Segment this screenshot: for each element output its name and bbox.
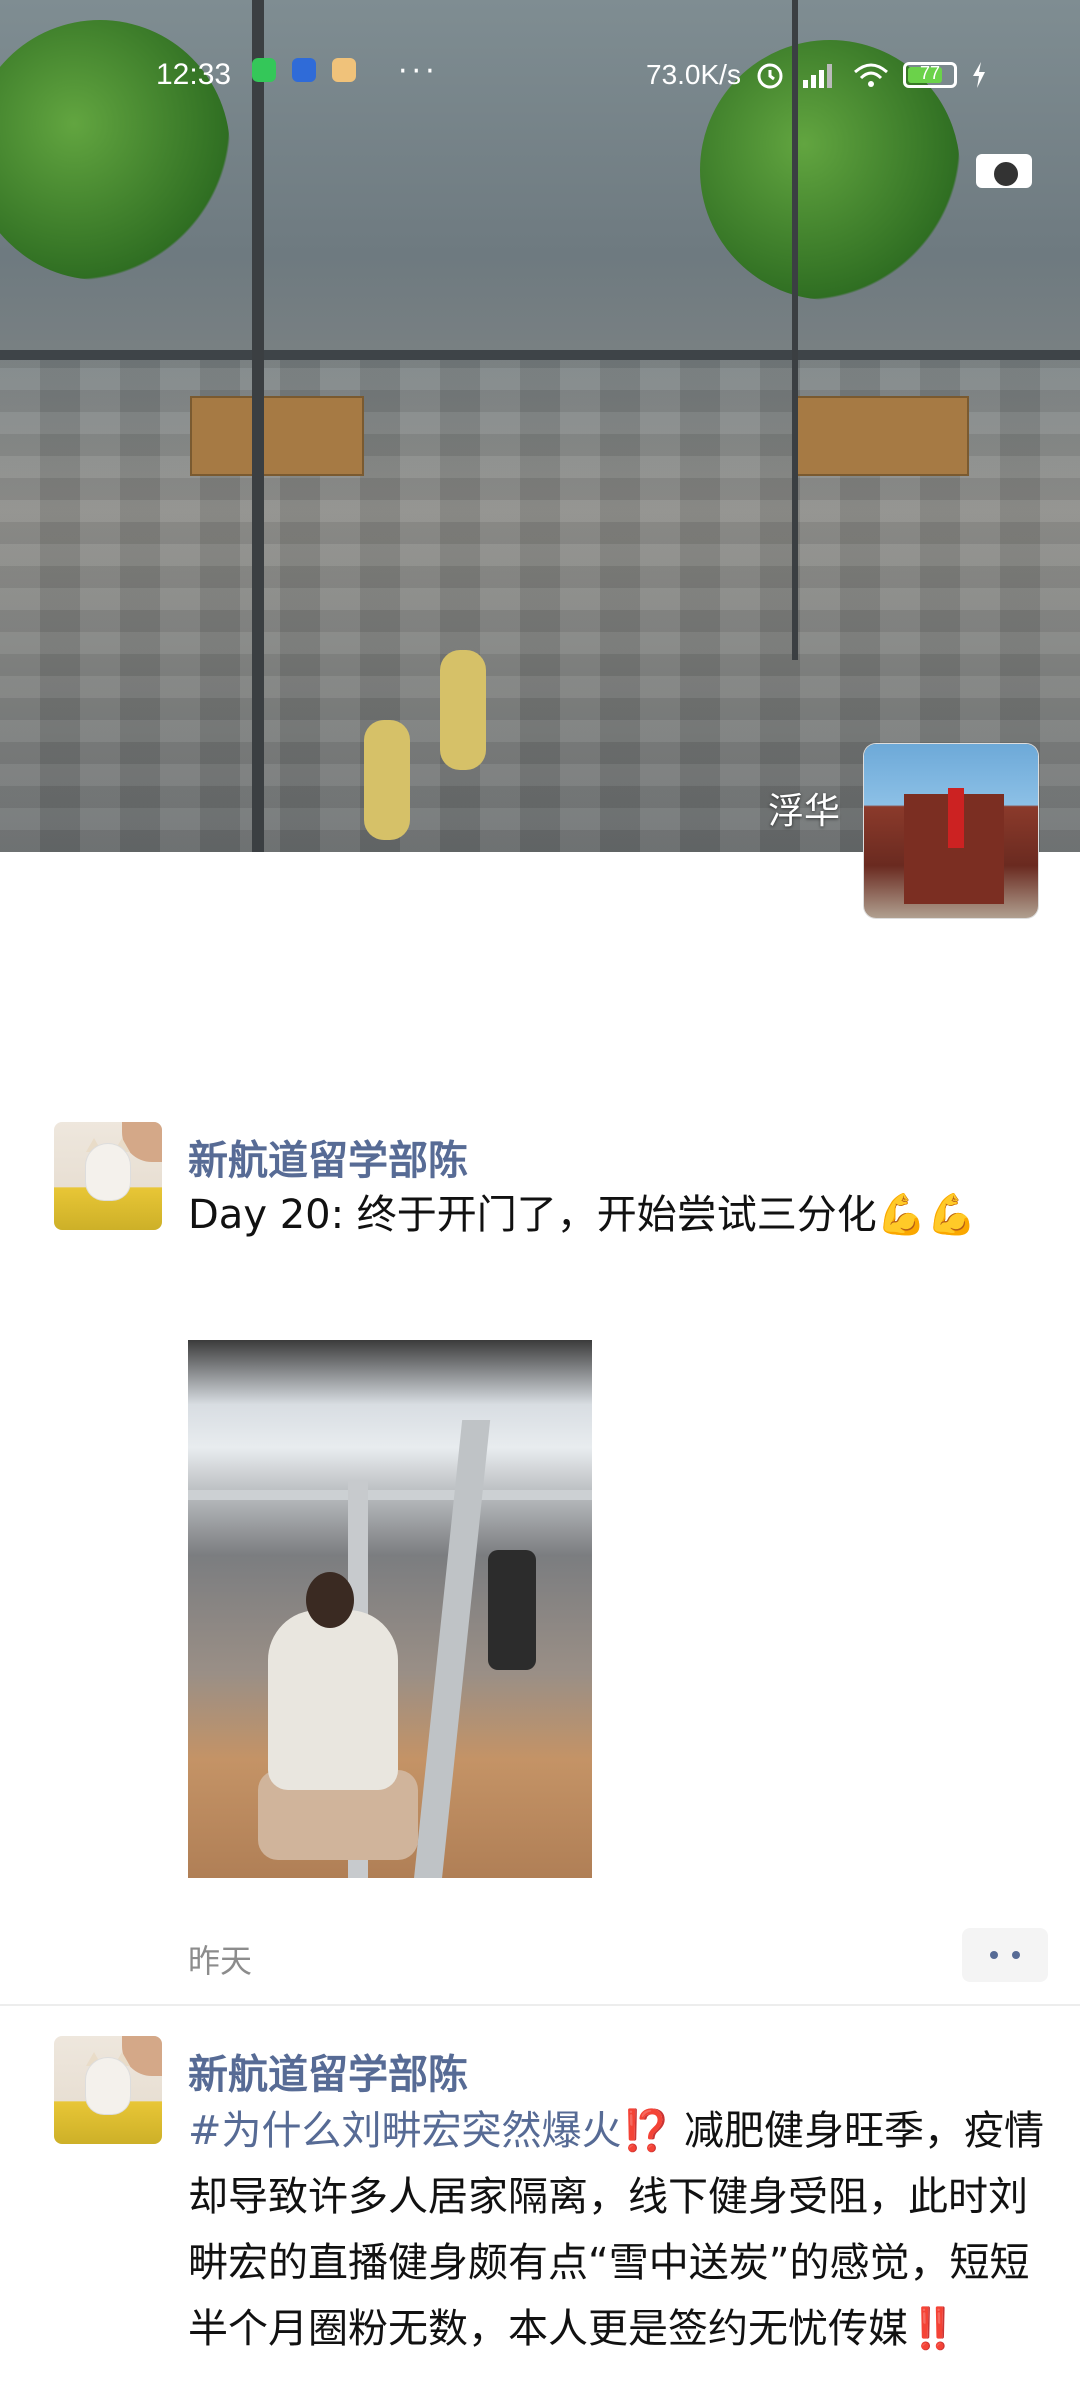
post-image[interactable]: [188, 1340, 592, 1878]
battery-percent: 77: [919, 63, 940, 83]
cover-planter-right: [795, 396, 969, 476]
post-author-name[interactable]: 新航道留学部陈: [188, 2042, 468, 2100]
wifi-icon: [853, 63, 888, 87]
status-time: 12:33: [156, 58, 232, 91]
avatar-sign: [948, 788, 964, 848]
post-author-avatar[interactable]: [54, 2036, 162, 2144]
post-hashtag[interactable]: #为什么刘畊宏突然爆火⁉️: [188, 2108, 671, 2154]
app-icon-pizza: [332, 58, 356, 82]
avatar-cat: [86, 1144, 130, 1200]
camera-button[interactable]: [976, 146, 1032, 188]
cover-planter-left: [190, 396, 364, 476]
signal-icon: [802, 64, 832, 88]
profile-name[interactable]: 浮华: [768, 782, 840, 834]
cover-window-frame-left: [252, 0, 264, 852]
post-more-button[interactable]: [962, 1928, 1048, 1982]
post-time: 昨天: [188, 1942, 253, 1980]
status-right-group: 73.0K/s 77: [646, 58, 989, 92]
post-author-name[interactable]: 新航道留学部陈: [188, 1128, 468, 1186]
charging-icon: [972, 62, 985, 88]
app-icon-blue: [292, 58, 316, 82]
post-text: Day 20: 终于开门了，开始尝试三分化💪💪: [188, 1192, 977, 1238]
alarm-icon: [757, 63, 783, 89]
photo-person: [268, 1610, 398, 1790]
battery-icon: 77: [902, 62, 957, 88]
profile-avatar[interactable]: [864, 744, 1038, 918]
cover-window-frame-horizontal: [0, 350, 1080, 360]
post-text: #为什么刘畊宏突然爆火⁉️ 减肥健身旺季，疫情却导致许多人居家隔离，线下健身受阻…: [188, 2098, 1048, 2362]
cover-person-1: [440, 650, 486, 770]
more-dot-icon: [990, 1951, 998, 1959]
post-divider: [0, 2004, 1080, 2006]
post-author-avatar[interactable]: [54, 1122, 162, 1230]
status-more-dots: ···: [398, 54, 439, 89]
avatar-cat: [86, 2058, 130, 2114]
app-icon-green: [252, 58, 276, 82]
network-speed: 73.0K/s: [646, 59, 741, 90]
status-bar: 12:33 ··· 73.0K/s 77: [0, 40, 1080, 110]
camera-lens-icon: [992, 160, 1020, 188]
more-dot-icon: [1012, 1951, 1020, 1959]
back-button[interactable]: [30, 140, 80, 190]
photo-person-head: [306, 1572, 354, 1628]
cover-photo[interactable]: [0, 0, 1080, 852]
photo-rack: [413, 1420, 491, 1878]
photo-beam: [188, 1490, 592, 1500]
status-notification-icons: [252, 58, 356, 82]
photo-weight-plates: [488, 1550, 536, 1670]
cover-person-2: [364, 720, 410, 840]
